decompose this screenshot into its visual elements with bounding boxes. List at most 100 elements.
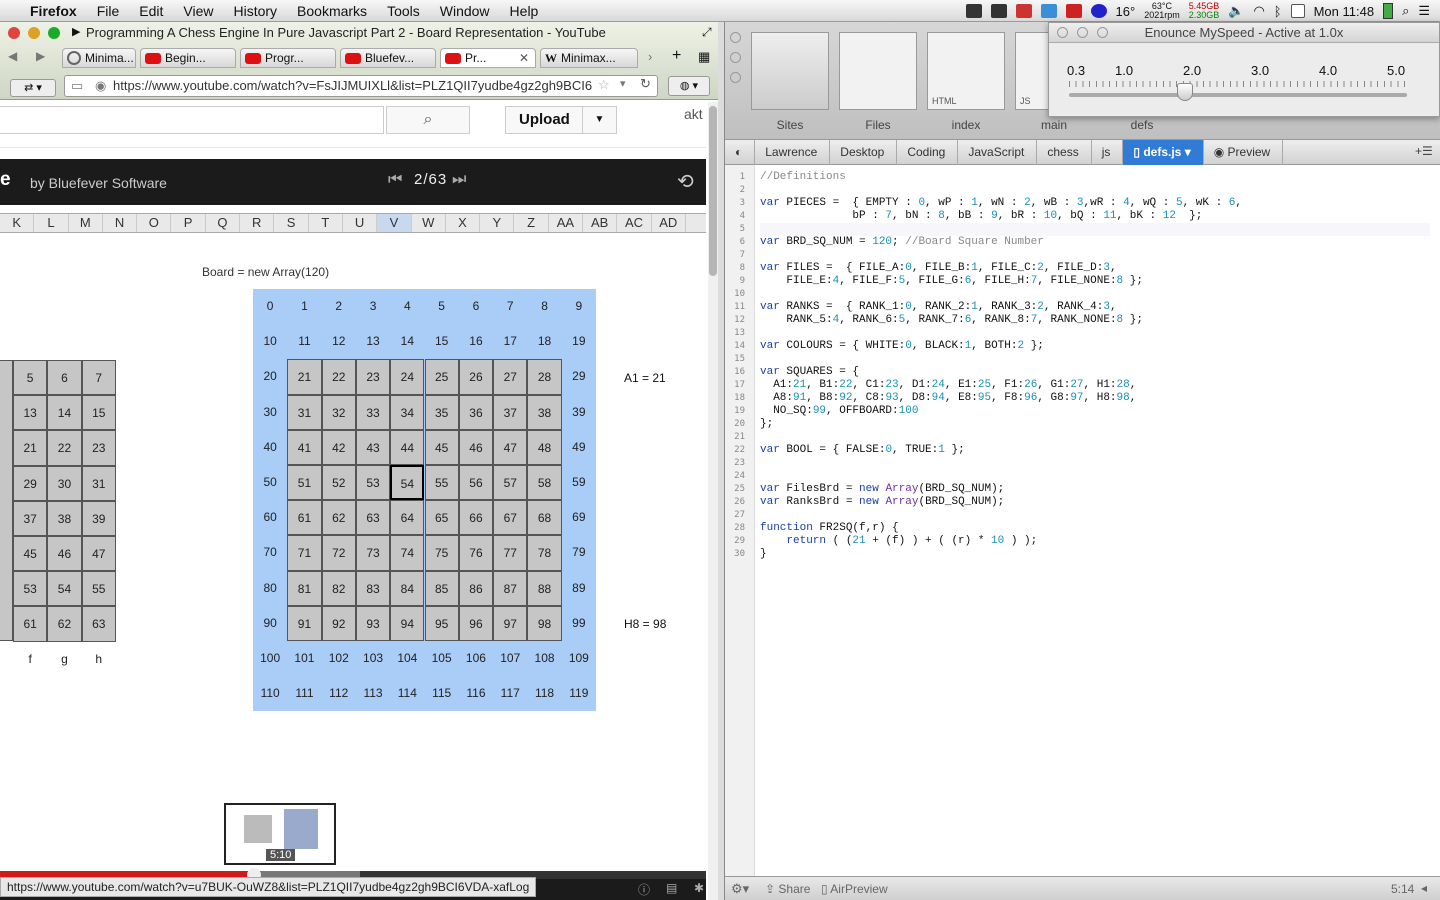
split-pane-icon[interactable]: +☰	[1415, 144, 1433, 158]
youtube-search-input[interactable]	[0, 106, 384, 134]
thumb-index[interactable]: HTML	[927, 32, 1005, 110]
code-area[interactable]: 1 2 3 4 5 6 7 8 9 10 11 12 13 14 15 16 17 18 19 20 21 22 23 24 2…	[725, 165, 1440, 876]
tab-minimax-1[interactable]: Minima...	[62, 48, 136, 68]
tab-current[interactable]: Pr... ✕	[440, 48, 536, 68]
tab-bluefever[interactable]: Bluefev...	[340, 48, 436, 68]
breadcrumb-js[interactable]: js	[1092, 139, 1124, 165]
line-number: 8	[739, 263, 745, 273]
search-button[interactable]: ⌕	[386, 106, 470, 134]
menu-app-name[interactable]: Firefox	[20, 3, 87, 19]
airpreview-button[interactable]: ▯ AirPreview	[821, 882, 888, 896]
board-square: 112	[329, 686, 349, 701]
loop-icon[interactable]: ⟲	[677, 169, 694, 194]
previous-video-icon[interactable]: ⏮	[388, 171, 402, 189]
window-button-zoom[interactable]	[730, 72, 741, 83]
menu-history[interactable]: History	[223, 3, 287, 19]
weather-value[interactable]: 16°	[1116, 4, 1136, 19]
board-square: 105	[431, 651, 452, 665]
tab-scroll-left-icon[interactable]: ◀	[8, 49, 17, 63]
memory-readout[interactable]: 5.45GB 2.30GB	[1189, 2, 1220, 20]
spotlight-icon[interactable]: ⌕	[1402, 3, 1409, 19]
tab-scroll-right-icon[interactable]: ▶	[36, 49, 45, 63]
menu-view[interactable]: View	[173, 3, 223, 19]
window-button-minimize[interactable]	[730, 52, 741, 63]
history-dropdown-icon[interactable]: ⇄ ▾	[10, 79, 56, 97]
temp-readout[interactable]: 63°C 2021rpm	[1144, 2, 1180, 20]
collapse-icon[interactable]: ◂	[1421, 881, 1427, 895]
fullscreen-icon[interactable]: ⤢	[702, 25, 712, 40]
tab-overflow-icon[interactable]: ›	[648, 49, 652, 64]
preview-button[interactable]: ◉ Preview	[1204, 139, 1284, 165]
user-name[interactable]: akt	[684, 106, 703, 122]
url-dropdown-icon[interactable]: ▾	[620, 77, 626, 90]
menu-window[interactable]: Window	[430, 3, 500, 19]
mail-icon[interactable]	[1065, 4, 1082, 18]
annotations-icon[interactable]: ⓘ	[638, 881, 650, 898]
board-square: 91	[287, 605, 322, 641]
breadcrumb-coding[interactable]: Coding	[897, 139, 959, 165]
calendar-icon[interactable]	[1290, 4, 1305, 18]
breadcrumb-javascript[interactable]: JavaScript	[958, 139, 1038, 165]
video-player[interactable]: K L M N O P Q R S T U V W X Y Z AA AB AC AD Board = new Arr…	[0, 205, 706, 879]
board-square: 80	[263, 580, 277, 595]
breadcrumb-chess[interactable]: chess	[1037, 139, 1092, 165]
search-engine-icon[interactable]: ◍ ▾	[668, 76, 710, 96]
menu-help[interactable]: Help	[500, 3, 549, 19]
scrollbar-thumb[interactable]	[709, 106, 717, 276]
thumb-sites[interactable]	[751, 32, 829, 110]
reload-icon[interactable]: ↻	[640, 76, 651, 92]
dropbox-icon[interactable]	[1040, 4, 1057, 18]
column-header: U	[343, 214, 378, 232]
status-icon[interactable]	[990, 4, 1007, 18]
clock[interactable]: Mon 11:48	[1314, 4, 1374, 19]
gear-icon[interactable]: ⚙▾	[731, 881, 749, 897]
bookmark-star-icon[interactable]: ☆	[598, 77, 610, 93]
speed-slider-handle[interactable]	[1177, 83, 1193, 101]
thumb-files[interactable]	[839, 32, 917, 110]
new-tab-icon[interactable]: +	[672, 47, 681, 65]
minimize-window-icon[interactable]	[1077, 27, 1088, 38]
playlist-author[interactable]: by Bluefever Software	[30, 175, 167, 191]
minimize-window-icon[interactable]	[28, 27, 40, 39]
wifi-icon[interactable]: ◠	[1253, 3, 1264, 19]
board-square: 15	[434, 334, 449, 349]
column-header: Z	[514, 214, 549, 232]
breadcrumb-file-defs[interactable]: ▯ defs.js ▾	[1123, 139, 1204, 165]
breadcrumb-desktop[interactable]: Desktop	[830, 139, 898, 165]
playlist-title[interactable]: e	[0, 169, 11, 191]
thumb-files-label: Files	[865, 118, 891, 132]
breadcrumb-toggle-icon[interactable]: ◐	[725, 139, 756, 165]
tab-groups-icon[interactable]: ▦	[698, 49, 710, 65]
menu-tools[interactable]: Tools	[377, 3, 430, 19]
media-controls-icon[interactable]	[965, 4, 982, 18]
breadcrumb-lawrence[interactable]: Lawrence	[755, 139, 831, 165]
tab-minimax-wiki[interactable]: W Minimax...	[540, 48, 638, 68]
volume-icon[interactable]: 🔈	[1228, 3, 1244, 19]
close-window-icon[interactable]	[1057, 27, 1068, 38]
close-window-icon[interactable]	[8, 27, 20, 39]
bluetooth-icon[interactable]: ᛒ	[1274, 4, 1282, 19]
speed-slider-track[interactable]	[1069, 93, 1407, 97]
window-button-close[interactable]	[730, 32, 741, 43]
zoom-window-icon[interactable]	[48, 27, 60, 39]
close-tab-icon[interactable]: ✕	[519, 51, 529, 65]
url-bar[interactable]: ▭ ◉ https://www.youtube.com/watch?v=FsJI…	[64, 75, 658, 97]
page-scrollbar[interactable]	[708, 102, 718, 900]
board-square: 19	[572, 334, 586, 349]
tab-beginner[interactable]: Begin...	[140, 48, 236, 68]
share-button[interactable]: ⇪ Share	[765, 882, 810, 896]
tab-programming[interactable]: Progr...	[240, 48, 336, 68]
captions-icon[interactable]: ▤	[666, 881, 677, 895]
next-video-icon[interactable]: ⏭	[452, 171, 466, 189]
upload-button[interactable]: Upload ▼	[505, 106, 617, 134]
menu-file[interactable]: File	[87, 3, 130, 19]
settings-icon[interactable]: ✱	[694, 881, 704, 895]
chevron-down-icon[interactable]: ▼	[582, 107, 616, 133]
antivirus-icon[interactable]	[1015, 4, 1032, 18]
speed-icon[interactable]	[1090, 4, 1107, 18]
board-square: 49	[572, 439, 586, 454]
menu-bookmarks[interactable]: Bookmarks	[287, 3, 377, 19]
notification-center-icon[interactable]: ☰	[1418, 3, 1430, 19]
zoom-window-icon[interactable]	[1097, 27, 1108, 38]
menu-edit[interactable]: Edit	[129, 3, 173, 19]
